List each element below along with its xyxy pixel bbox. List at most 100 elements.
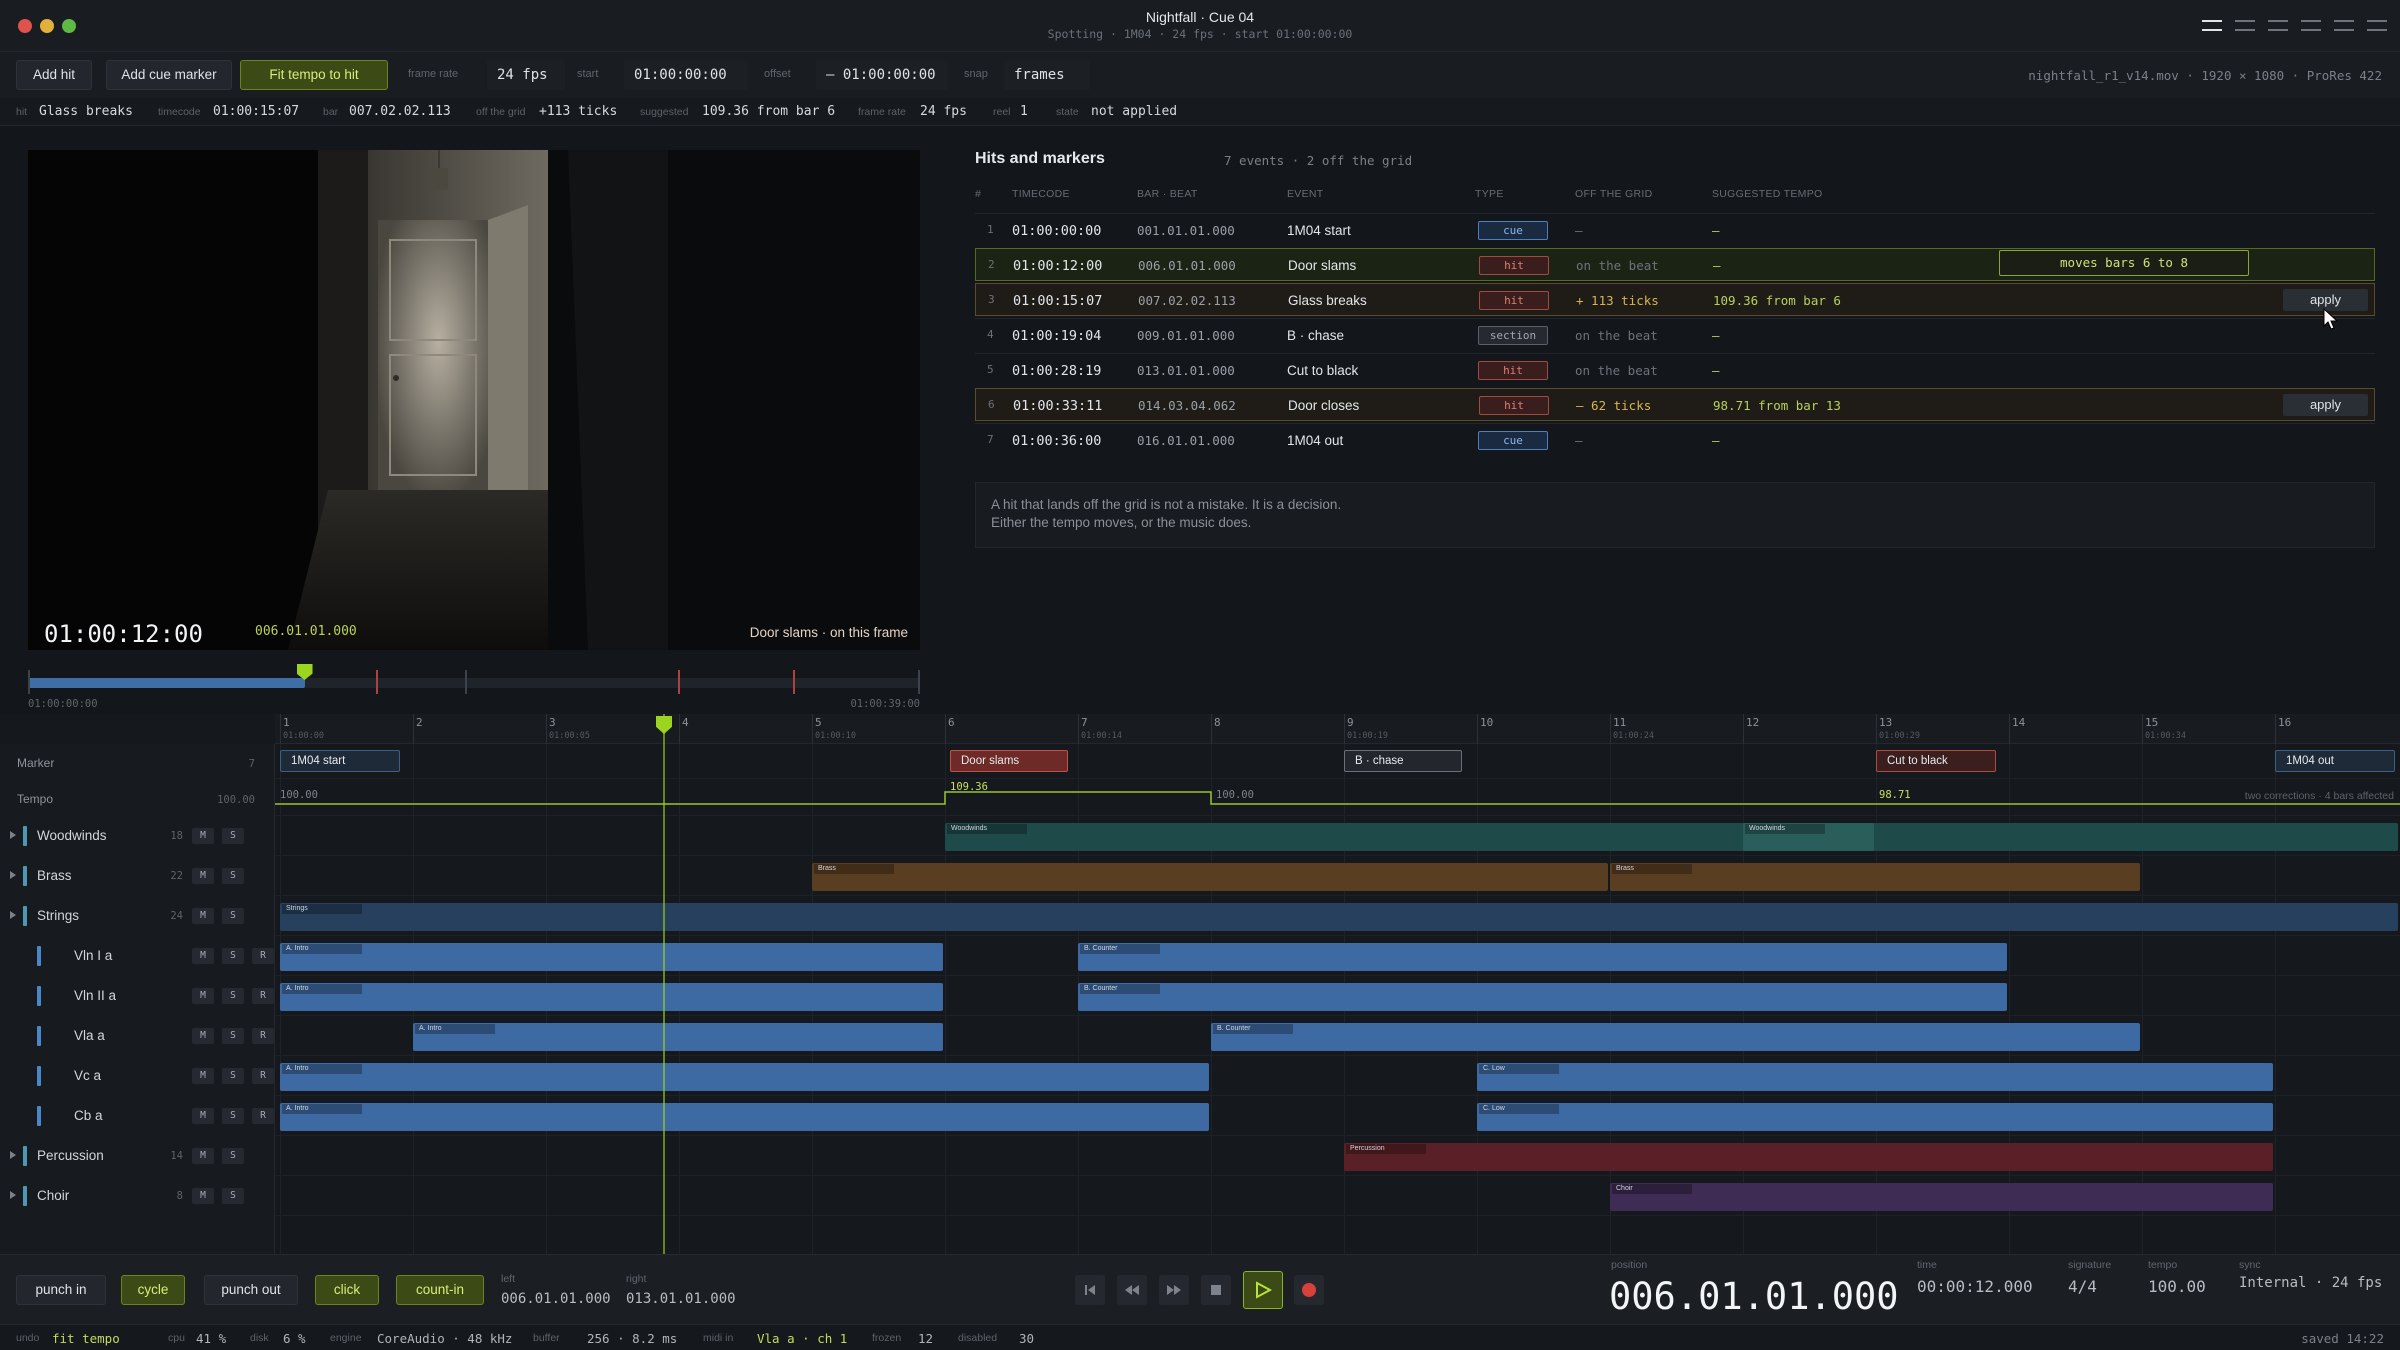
play-button[interactable] xyxy=(1243,1271,1283,1309)
left-locator[interactable]: 006.01.01.000 xyxy=(501,1291,611,1307)
mute-button[interactable]: M xyxy=(192,948,214,964)
mute-button[interactable]: M xyxy=(192,1188,214,1204)
track-lane[interactable]: Strings xyxy=(275,896,2400,936)
track-lane[interactable]: Brass Brass xyxy=(275,856,2400,896)
disclosure-triangle-icon[interactable] xyxy=(10,1151,16,1159)
layout-3-icon[interactable] xyxy=(2268,20,2288,31)
solo-button[interactable]: S xyxy=(222,1108,244,1124)
stop-button[interactable] xyxy=(1201,1275,1231,1305)
col-type[interactable]: TYPE xyxy=(1475,188,1504,200)
mute-button[interactable]: M xyxy=(192,1068,214,1084)
disclosure-triangle-icon[interactable] xyxy=(10,831,16,839)
solo-button[interactable]: S xyxy=(222,828,244,844)
apply-button[interactable]: apply xyxy=(2283,394,2368,416)
fit-tempo-button[interactable]: Fit tempo to hit xyxy=(240,60,388,90)
record-arm-button[interactable]: R xyxy=(252,988,274,1004)
fast-forward-button[interactable] xyxy=(1159,1275,1189,1305)
track-lane[interactable]: Woodwinds Woodwinds xyxy=(275,816,2400,856)
track-lane[interactable]: A. Intro B. Counter xyxy=(275,1016,2400,1056)
region-clip[interactable]: B. Counter xyxy=(1211,1023,2140,1051)
track-header[interactable]: Vc a MSR xyxy=(0,1056,275,1096)
mute-button[interactable]: M xyxy=(192,828,214,844)
region-clip[interactable]: A. Intro xyxy=(280,1103,1209,1131)
mute-button[interactable]: M xyxy=(192,1108,214,1124)
add-cue-marker-button[interactable]: Add cue marker xyxy=(106,60,232,90)
add-hit-button[interactable]: Add hit xyxy=(16,60,92,90)
solo-button[interactable]: S xyxy=(222,1028,244,1044)
timeline-marker[interactable]: Door slams xyxy=(950,750,1068,772)
track-lane[interactable]: A. Intro C. Low xyxy=(275,1096,2400,1136)
solo-button[interactable]: S xyxy=(222,1148,244,1164)
track-lane[interactable]: Choir xyxy=(275,1176,2400,1216)
solo-button[interactable]: S xyxy=(222,868,244,884)
cycle-button[interactable]: cycle xyxy=(121,1275,185,1305)
region-clip[interactable]: Choir xyxy=(1610,1183,2273,1211)
region-clip[interactable]: Percussion xyxy=(1344,1143,2273,1171)
track-lane[interactable]: Percussion xyxy=(275,1136,2400,1176)
sync-display[interactable]: Internal · 24 fps xyxy=(2239,1275,2382,1291)
region-clip[interactable]: Brass xyxy=(812,863,1608,891)
go-to-start-button[interactable] xyxy=(1075,1275,1105,1305)
snap-select[interactable]: frames xyxy=(1004,60,1090,90)
layout-6-icon[interactable] xyxy=(2367,20,2387,31)
timeline-marker[interactable]: B · chase xyxy=(1344,750,1462,772)
record-button[interactable] xyxy=(1294,1275,1324,1305)
layout-1-icon[interactable] xyxy=(2202,20,2222,31)
track-header[interactable]: Strings 24 M S xyxy=(0,896,275,936)
region-clip[interactable]: A. Intro xyxy=(280,983,943,1011)
punch-out-button[interactable]: punch out xyxy=(204,1275,298,1305)
region-clip[interactable]: C. Low xyxy=(1477,1063,2273,1091)
video-scrubber[interactable]: 01:00:00:00 01:00:39:00 xyxy=(28,662,920,710)
undo-value[interactable]: fit tempo xyxy=(52,1331,120,1346)
record-arm-button[interactable]: R xyxy=(252,948,274,964)
layout-5-icon[interactable] xyxy=(2334,20,2354,31)
event-row[interactable]: 7 01:00:36:00 016.01.01.000 1M04 out cue – – xyxy=(975,423,2375,456)
layout-4-icon[interactable] xyxy=(2301,20,2321,31)
right-locator[interactable]: 013.01.01.000 xyxy=(626,1291,736,1307)
track-header[interactable]: Vln II a MSR xyxy=(0,976,275,1016)
track-lanes[interactable]: 1M04 start Door slams B · chase Cut to blac… xyxy=(275,744,2400,1254)
region-clip[interactable]: Woodwinds xyxy=(945,823,2398,851)
track-header[interactable]: Cb a MSR xyxy=(0,1096,275,1136)
layout-2-icon[interactable] xyxy=(2235,20,2255,31)
track-header[interactable]: Woodwinds 18 M S xyxy=(0,816,275,856)
video-frame[interactable] xyxy=(28,150,920,650)
record-arm-button[interactable]: R xyxy=(252,1028,274,1044)
bar-ruler[interactable]: 1 01:00:00 2 3 01:00:05 4 5 01:00:10 6 7 01:00:14 8… xyxy=(275,714,2400,744)
region-clip[interactable]: B. Counter xyxy=(1078,983,2007,1011)
region-clip[interactable]: C. Low xyxy=(1477,1103,2273,1131)
track-lane[interactable]: A. Intro B. Counter xyxy=(275,936,2400,976)
record-arm-button[interactable]: R xyxy=(252,1068,274,1084)
disclosure-triangle-icon[interactable] xyxy=(10,911,16,919)
solo-button[interactable]: S xyxy=(222,1188,244,1204)
mute-button[interactable]: M xyxy=(192,868,214,884)
tempo-curve[interactable] xyxy=(275,780,2400,816)
event-row[interactable]: 1 01:00:00:00 001.01.01.000 1M04 start cue – – xyxy=(975,213,2375,246)
event-row[interactable]: 4 01:00:19:04 009.01.01.000 B · chase sectio… xyxy=(975,318,2375,351)
track-header[interactable]: Brass 22 M S xyxy=(0,856,275,896)
timeline-marker[interactable]: 1M04 out xyxy=(2275,750,2395,772)
timeline-marker[interactable]: Cut to black xyxy=(1876,750,1996,772)
col-barbeat[interactable]: BAR · BEAT xyxy=(1137,188,1198,200)
event-row[interactable]: 6 01:00:33:11 014.03.04.062 Door closes hit –… xyxy=(975,388,2375,421)
solo-button[interactable]: S xyxy=(222,1068,244,1084)
signature-display[interactable]: 4/4 xyxy=(2068,1277,2097,1296)
track-lane[interactable]: A. Intro B. Counter xyxy=(275,976,2400,1016)
frame-rate-field[interactable]: 24 fps xyxy=(487,60,565,90)
col-suggested[interactable]: SUGGESTED TEMPO xyxy=(1712,188,1823,200)
solo-button[interactable]: S xyxy=(222,908,244,924)
offset-field[interactable]: – 01:00:00:00 xyxy=(816,60,948,90)
time-display[interactable]: 00:00:12.000 xyxy=(1917,1277,2033,1296)
region-clip[interactable]: Strings xyxy=(280,903,2398,931)
col-event[interactable]: EVENT xyxy=(1287,188,1324,200)
col-off-grid[interactable]: OFF THE GRID xyxy=(1575,188,1653,200)
track-header[interactable]: Percussion 14 M S xyxy=(0,1136,275,1176)
region-clip[interactable]: A. Intro xyxy=(280,943,943,971)
position-display[interactable]: 006.01.01.000 xyxy=(1609,1275,1899,1318)
mute-button[interactable]: M xyxy=(192,1148,214,1164)
region-clip[interactable]: Brass xyxy=(1610,863,2140,891)
click-button[interactable]: click xyxy=(315,1275,379,1305)
track-lane[interactable]: A. Intro C. Low xyxy=(275,1056,2400,1096)
record-arm-button[interactable]: R xyxy=(252,1108,274,1124)
solo-button[interactable]: S xyxy=(222,948,244,964)
